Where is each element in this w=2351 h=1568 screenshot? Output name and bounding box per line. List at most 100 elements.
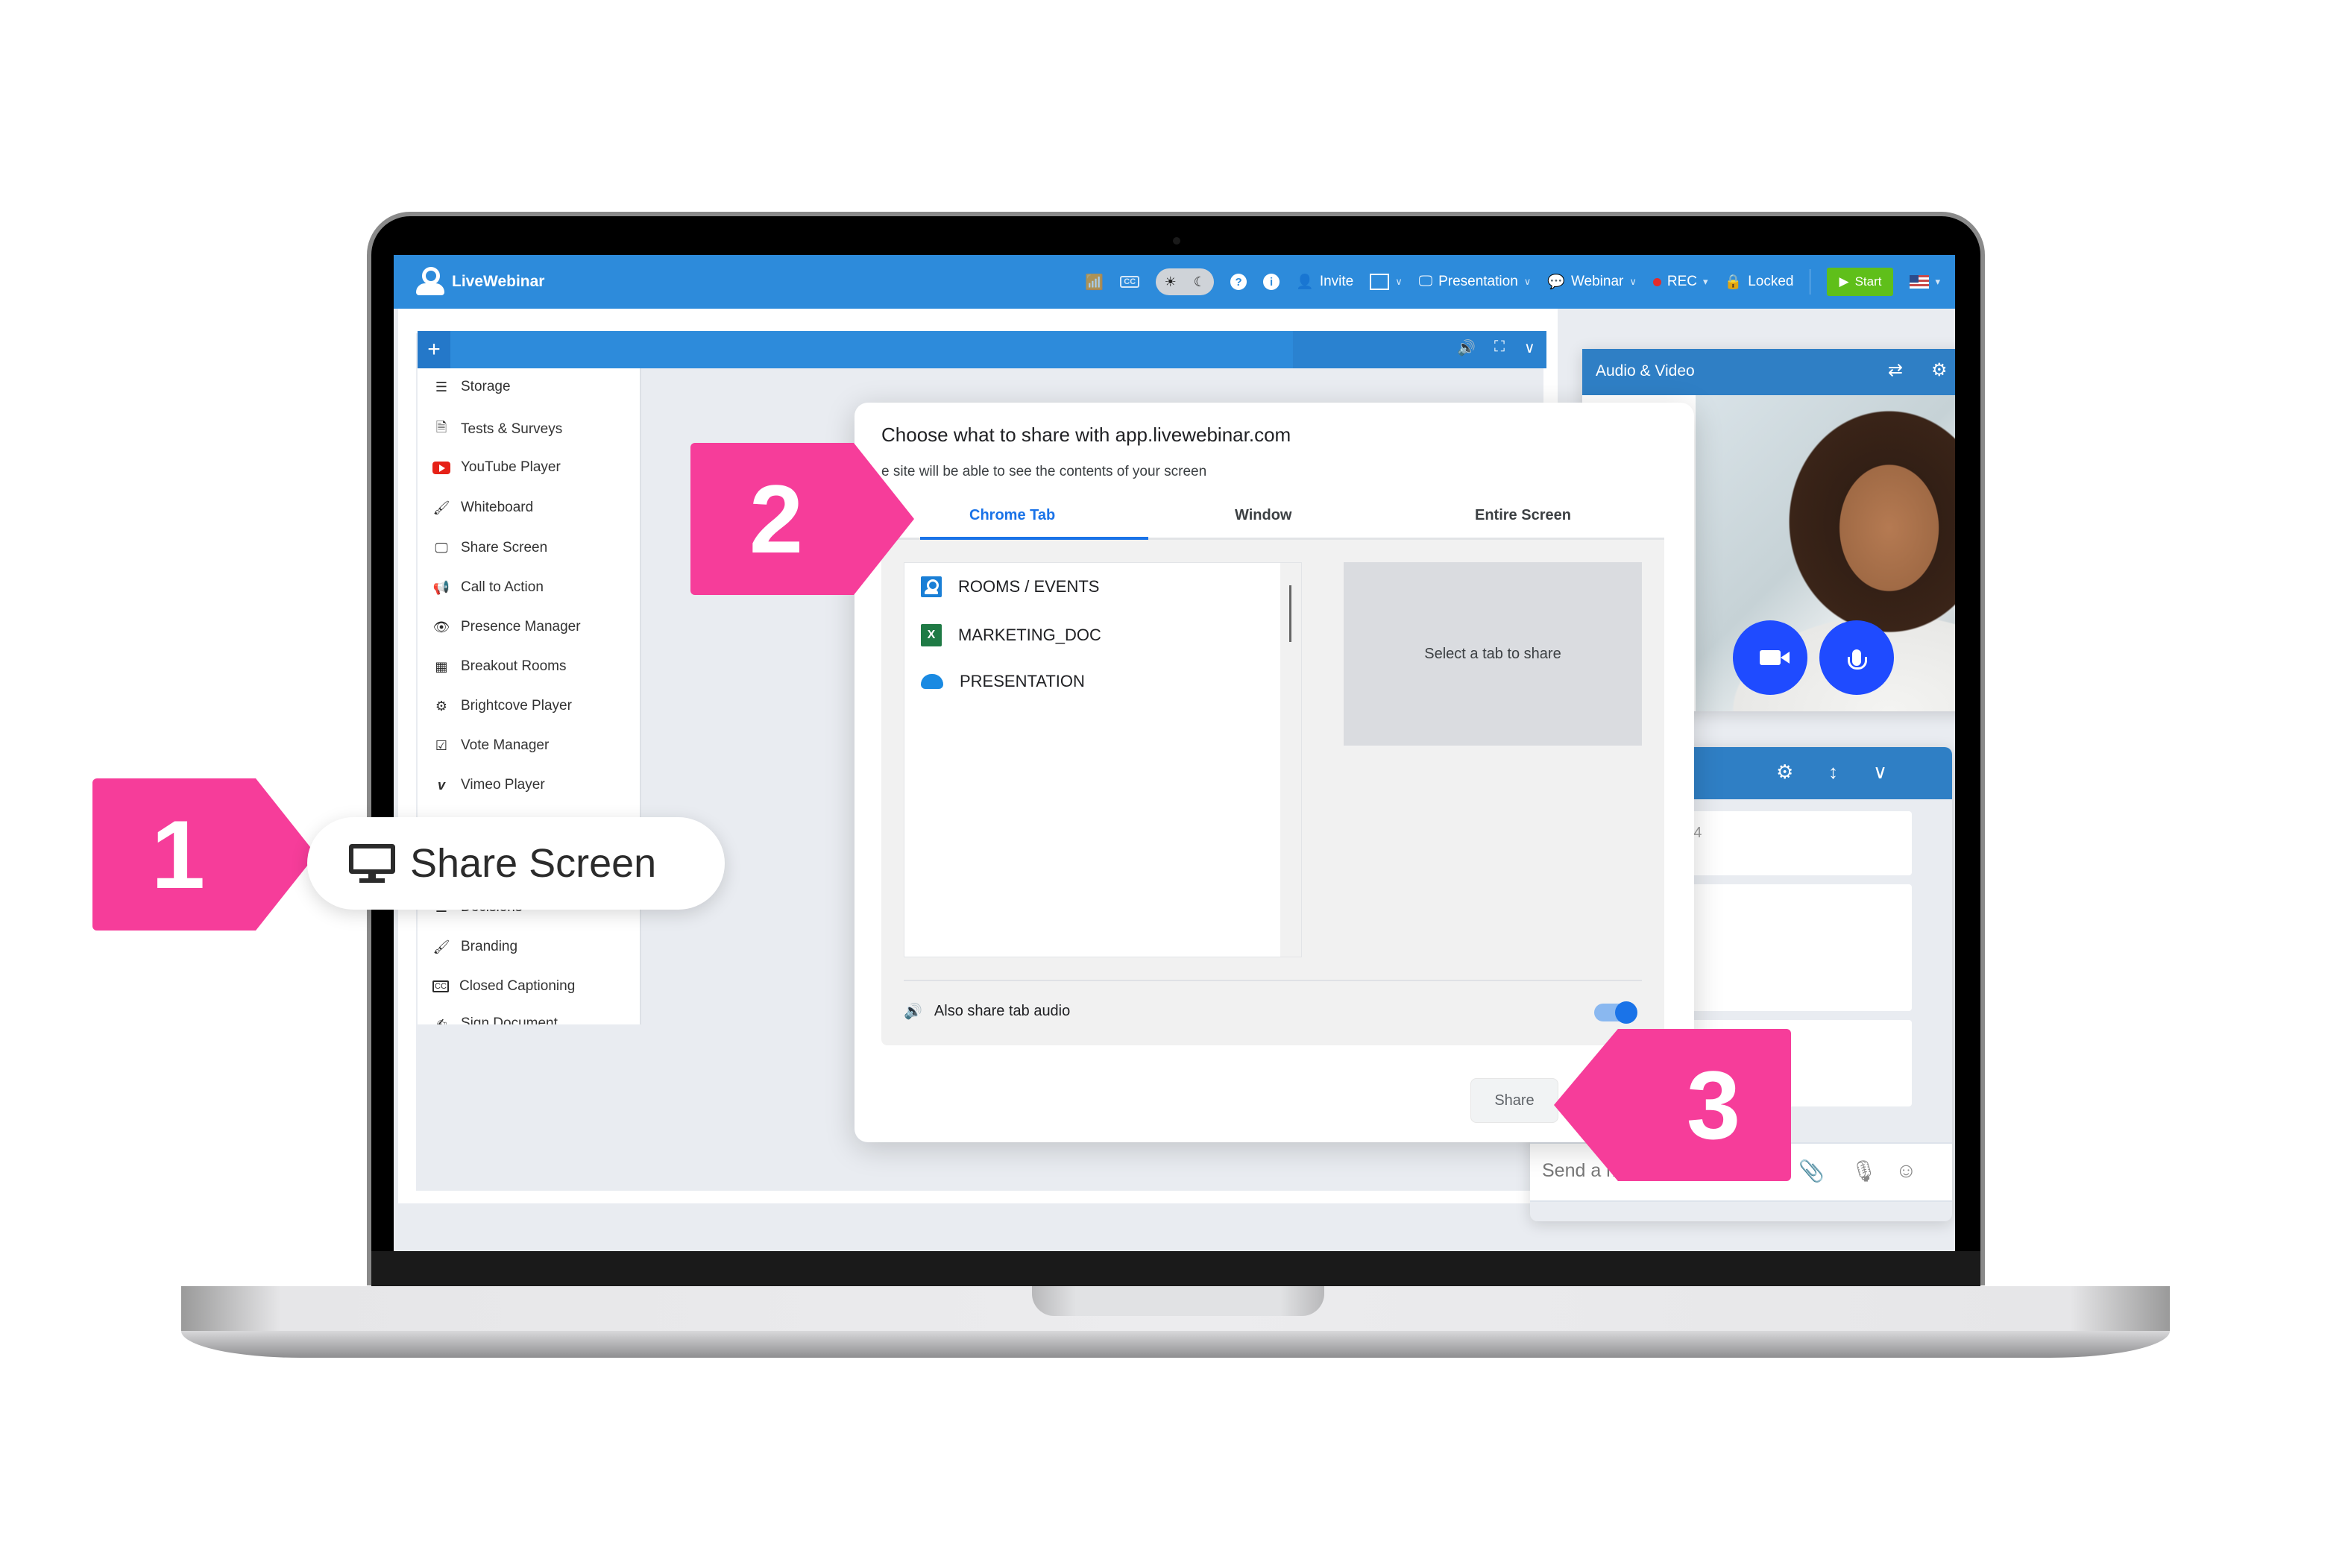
sidebar-item-share-screen[interactable]: 🖵 Share Screen [432,540,547,556]
sidebar-item-closed-captioning[interactable]: CC Closed Captioning [432,978,575,995]
microphone-icon [1848,649,1867,670]
help-icon[interactable]: ? [1230,274,1247,290]
sidebar-item-tests-surveys[interactable]: 🗎 Tests & Surveys [432,418,562,441]
invite-button[interactable]: 👤 Invite [1296,273,1353,291]
monitor-icon [349,844,395,883]
tab-list-item[interactable]: X MARKETING_DOC [921,624,1101,646]
sidebar-item-storage[interactable]: ☰ Storage [432,379,511,395]
theme-toggle[interactable]: ☀ ☾ [1156,268,1215,295]
laptop-bottom [181,1331,2170,1358]
laptop-notch [1032,1286,1324,1316]
caret-down-icon: ▾ [1703,276,1708,287]
sidebar-item-presence-manager[interactable]: 👁 Presence Manager [432,619,581,635]
emoji-icon[interactable]: ☺ [1895,1159,1917,1183]
lock-icon: 🔒 [1724,274,1743,290]
add-app-button[interactable]: + [418,331,450,368]
highlight-label: Share Screen [410,841,657,886]
start-label: Start [1854,274,1882,289]
caret-down-icon: ▾ [1935,276,1940,287]
sidebar-item-label: Brightcove Player [461,698,572,714]
document-icon: 🗎 [435,420,447,435]
webinar-menu[interactable]: 💬 Webinar ∨ [1547,273,1637,291]
sidebar-item-label: Closed Captioning [459,978,576,994]
tab-list-item[interactable]: PRESENTATION [921,672,1085,691]
speaker-icon: 🔊 [904,1004,922,1020]
chat-bubbles-icon: 💬 [1547,274,1565,290]
share-audio-toggle[interactable] [1594,1001,1637,1024]
tab-entire-screen[interactable]: Entire Screen [1475,507,1571,524]
sidebar-item-youtube-player[interactable]: YouTube Player [432,459,561,476]
presentation-label: Presentation [1438,274,1518,289]
chevron-down-icon: ∨ [1523,276,1532,287]
eye-icon: 👁 [432,619,450,635]
language-selector[interactable]: ▾ [1910,275,1940,289]
camera-toggle-button[interactable] [1733,620,1807,695]
share-screen-highlight: Share Screen [307,817,725,910]
layout-button[interactable]: ∨ [1370,274,1403,290]
audio-video-title: Audio & Video [1596,362,1695,380]
audio-video-header: Audio & Video ⇄ ⚙ ↕ ∨ [1582,349,1955,395]
record-dot-icon [1652,277,1661,286]
brush-icon: 🖌 [432,939,450,954]
sidebar-item-vote-manager[interactable]: ☑ Vote Manager [432,737,549,754]
invite-label: Invite [1319,274,1354,289]
mic-toggle-button[interactable] [1819,620,1894,695]
apps-panel-header: + 🔊 ⛶ ∨ [418,331,1546,368]
fullscreen-icon[interactable]: ⛶ [1494,339,1505,356]
chevron-down-icon[interactable]: ∨ [1873,761,1887,784]
laptop-chin [371,1251,1980,1287]
share-button[interactable]: Share [1470,1078,1558,1123]
sidebar-item-brightcove-player[interactable]: ⚙ Brightcove Player [432,698,572,714]
sidebar-item-breakout-rooms[interactable]: ▦ Breakout Rooms [432,658,566,675]
tab-chrome-tab[interactable]: Chrome Tab [969,507,1055,524]
sidebar-item-label: Sign Document [461,1016,558,1024]
microphone-icon[interactable]: 🎙 [1851,1159,1878,1183]
paperclip-icon[interactable]: 📎 [1798,1159,1825,1183]
youtube-icon [432,461,450,474]
rec-menu[interactable]: REC ▾ [1652,274,1708,290]
sign-icon: ✍ [435,1016,447,1025]
scrollbar-thumb[interactable] [1289,585,1291,642]
closed-caption-icon[interactable]: CC [1120,276,1140,288]
sidebar-item-whiteboard[interactable]: 🖌 Whiteboard [432,500,534,516]
tab-list-scrollbar[interactable] [1280,563,1301,957]
swap-icon[interactable]: ⇄ [1888,359,1903,381]
tab-window[interactable]: Window [1235,507,1291,524]
tab-list-item[interactable]: ROOMS / EVENTS [921,576,1099,597]
dialog-title: Choose what to share with app.livewebina… [881,424,1291,446]
sidebar-item-label: Vote Manager [461,737,550,753]
tab-list-item-label: MARKETING_DOC [958,626,1101,644]
storage-icon: ☰ [435,379,448,394]
gear-icon[interactable]: ⚙ [1931,359,1948,381]
sidebar-item-vimeo-player[interactable]: v Vimeo Player [432,777,545,793]
chevron-down-icon[interactable]: ∨ [1524,339,1535,357]
presentation-menu[interactable]: 🖵 Presentation ∨ [1419,274,1532,290]
share-screen-dialog: Choose what to share with app.livewebina… [855,403,1694,1142]
toggle-knob [1615,1001,1637,1024]
sun-icon: ☀ [1164,274,1177,289]
megaphone-icon: 📢 [432,579,450,595]
sidebar-item-sign-document[interactable]: ✍ Sign Document [432,1016,558,1025]
start-button[interactable]: ▶ Start [1827,268,1894,296]
app-logo[interactable]: LiveWebinar [416,267,544,297]
locked-label: Locked [1748,274,1794,289]
sidebar-item-call-to-action[interactable]: 📢 Call to Action [432,579,544,596]
gear-icon[interactable]: ⚙ [1776,761,1793,784]
plus-icon: + [427,337,441,362]
chevron-down-icon: ∨ [1629,276,1637,287]
step-1-callout: 1 [92,778,316,931]
locked-button[interactable]: 🔒 Locked [1725,273,1794,291]
wifi-icon[interactable]: 📶 [1085,273,1104,292]
divider [904,980,1642,981]
apps-sidebar: ☰ Storage 🗎 Tests & Surveys YouTube Play… [418,368,641,1024]
sidebar-item-branding[interactable]: 🖌 Branding [432,939,518,955]
closed-caption-icon: CC [432,980,449,992]
info-icon[interactable]: i [1263,274,1280,290]
participant-video [1696,395,1955,711]
volume-icon[interactable]: 🔊 [1457,339,1476,357]
livewebinar-logo-icon [416,267,444,297]
tab-list-item-label: PRESENTATION [960,672,1085,690]
top-navbar: LiveWebinar 📶 CC ☀ ☾ ? i 👤 Invite ∨ 🖵 Pr… [394,255,1955,309]
sidebar-item-label: Tests & Surveys [461,421,563,437]
collapse-vertical-icon[interactable]: ↕ [1828,761,1838,784]
